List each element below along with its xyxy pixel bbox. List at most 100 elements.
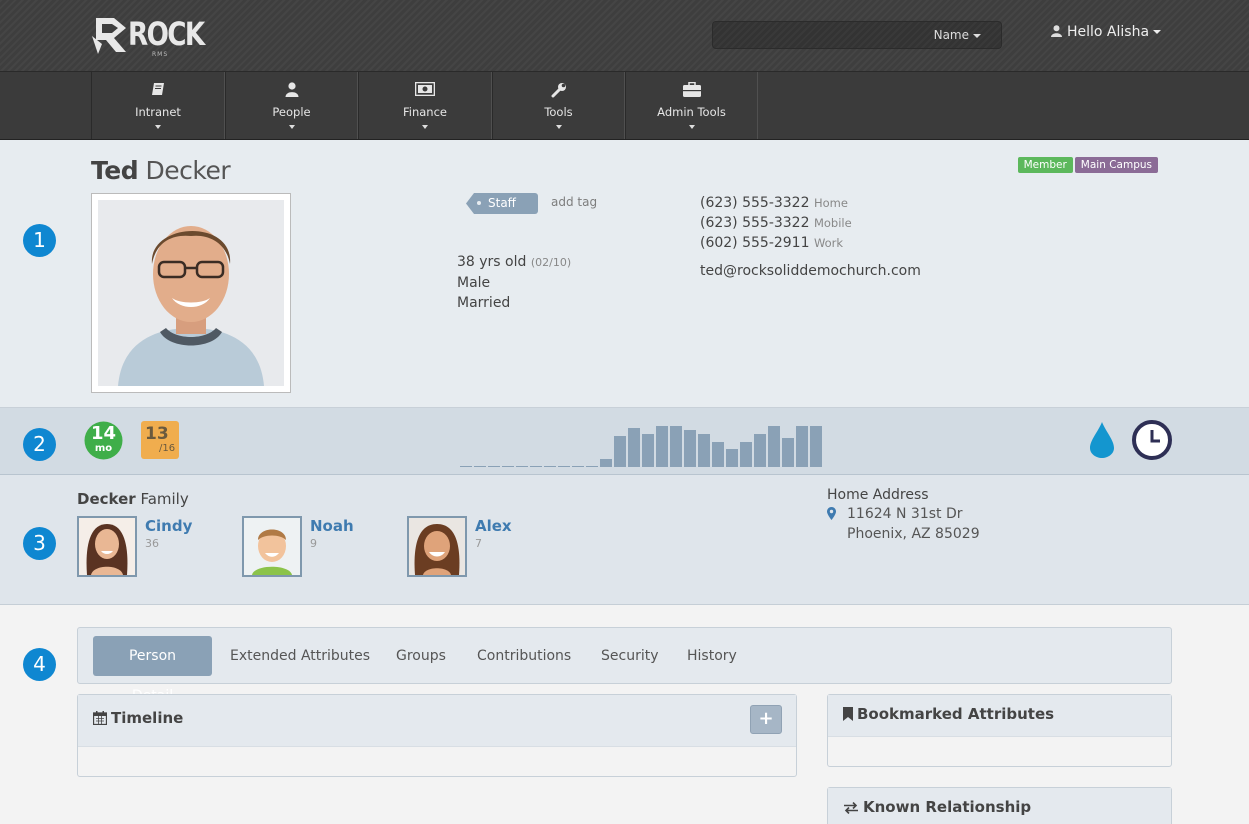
attendance-bar xyxy=(726,449,738,467)
nav-item-intranet[interactable]: Intranet xyxy=(91,72,225,139)
attendance-bar xyxy=(684,430,696,467)
person-name: Ted Decker xyxy=(91,156,231,185)
family-member[interactable]: Cindy 36 xyxy=(77,516,237,577)
family-label: Family xyxy=(140,490,189,508)
chevron-down-icon xyxy=(288,125,295,129)
membership-unit: mo xyxy=(94,443,113,454)
email-link[interactable]: ted@rocksoliddemochurch.com xyxy=(700,263,921,279)
family-name: Decker xyxy=(77,490,136,508)
chevron-down-icon xyxy=(555,125,562,129)
tab-person-detail[interactable]: Person Detail xyxy=(93,636,212,704)
add-timeline-button[interactable]: + xyxy=(750,705,782,734)
attendance-bar xyxy=(516,466,528,467)
bookmark-icon xyxy=(843,707,853,721)
step-number: 4 xyxy=(23,648,56,681)
family-member[interactable]: Alex 7 xyxy=(407,516,567,577)
address-line-1: 11624 N 31st Dr xyxy=(847,506,963,522)
person-bio-section: 1 Ted Decker Member Main Campus Staff add… xyxy=(0,140,1249,408)
panel-title: Known Relationship xyxy=(843,798,1031,816)
attendance-badge[interactable]: 13 /16 xyxy=(141,421,179,459)
nav-item-finance[interactable]: Finance xyxy=(358,72,492,139)
membership-duration-badge[interactable]: 14 mo xyxy=(84,421,123,460)
search-input[interactable]: Name xyxy=(712,21,1002,49)
bookmarked-title: Bookmarked Attributes xyxy=(857,705,1055,723)
tab-contributions[interactable]: Contributions xyxy=(462,636,586,676)
avatar xyxy=(77,516,137,577)
attendance-bar xyxy=(740,442,752,467)
panel-header: Bookmarked Attributes xyxy=(828,695,1171,737)
chevron-down-icon xyxy=(688,125,695,129)
tab-extended-attributes[interactable]: Extended Attributes xyxy=(215,636,385,676)
attendance-bar xyxy=(474,466,486,467)
phone-list: (623) 555-3322 Home (623) 555-3322 Mobil… xyxy=(700,193,852,253)
nav-item-tools[interactable]: Tools xyxy=(492,72,625,139)
attendance-bar xyxy=(600,459,612,467)
attendance-bar xyxy=(768,426,780,467)
briefcase-icon xyxy=(626,82,757,100)
family-section: 3 Decker Family Cindy 36 Noah 9 Alex 7 H… xyxy=(0,475,1249,605)
book-icon xyxy=(92,82,224,100)
nav-label: Intranet xyxy=(135,105,181,119)
tab-security[interactable]: Security xyxy=(586,636,674,676)
tab-history[interactable]: History xyxy=(672,636,752,676)
member-name: Alex xyxy=(475,517,512,535)
gender: Male xyxy=(457,275,491,291)
chevron-down-icon xyxy=(422,125,428,129)
member-badge: Member xyxy=(1017,157,1073,173)
member-name: Noah xyxy=(310,517,354,535)
panel-header: Timeline + xyxy=(78,695,796,747)
user-greeting: Hello Alisha xyxy=(1067,24,1150,40)
chevron-down-icon xyxy=(1153,30,1162,34)
person-badges: Member Main Campus xyxy=(1016,157,1158,173)
last-name: Decker xyxy=(145,156,231,185)
attendance-bar xyxy=(502,466,514,467)
water-drop-icon[interactable] xyxy=(1088,420,1116,460)
map-marker-icon[interactable] xyxy=(827,507,836,524)
person-photo-image xyxy=(98,200,284,386)
nav-item-admin-tools[interactable]: Admin Tools xyxy=(625,72,758,139)
attendance-bar xyxy=(698,434,710,467)
wrench-icon xyxy=(493,82,624,100)
first-name: Ted xyxy=(91,156,139,185)
rock-logo[interactable]: ROCK RMS xyxy=(92,14,212,58)
campus-badge: Main Campus xyxy=(1074,157,1158,173)
top-header: ROCK RMS Name Hello Alisha xyxy=(0,0,1249,72)
calendar-icon xyxy=(92,711,108,726)
tab-groups[interactable]: Groups xyxy=(381,636,461,676)
user-menu[interactable]: Hello Alisha xyxy=(1051,24,1162,41)
attendance-bar xyxy=(628,428,640,467)
phone-home[interactable]: (623) 555-3322 Home xyxy=(700,193,852,213)
demographics: 38 yrs old (02/10) Male Married xyxy=(457,252,571,313)
timeline-panel: Timeline + xyxy=(77,694,797,777)
attendance-count: 13 xyxy=(145,424,169,444)
main-navigation: Intranet People Finance Tools Admin Tool… xyxy=(0,72,1249,140)
attendance-bar xyxy=(586,466,598,467)
phone-work[interactable]: (602) 555-2911 Work xyxy=(700,233,852,253)
family-member[interactable]: Noah 9 xyxy=(242,516,402,577)
logo-wordmark: ROCK xyxy=(128,15,205,53)
person-photo[interactable] xyxy=(91,193,291,393)
panel-title: Timeline xyxy=(92,709,184,727)
phone-mobile[interactable]: (623) 555-3322 Mobile xyxy=(700,213,852,233)
staff-tag[interactable]: Staff xyxy=(466,193,538,214)
attendance-bar xyxy=(558,466,570,467)
panel-header: Known Relationship xyxy=(828,788,1171,824)
attendance-bar xyxy=(810,426,822,467)
attendance-bar xyxy=(796,426,808,467)
step-number: 2 xyxy=(23,428,56,461)
clock-icon[interactable] xyxy=(1132,420,1172,460)
address-title: Home Address xyxy=(827,487,929,503)
avatar xyxy=(242,516,302,577)
birthdate: (02/10) xyxy=(530,256,572,269)
timeline-title: Timeline xyxy=(111,709,184,727)
badge-bar-section: 2 14 mo 13 /16 xyxy=(0,408,1249,475)
membership-months: 14 xyxy=(90,423,117,444)
add-tag-link[interactable]: add tag xyxy=(551,195,597,209)
search-filter-dropdown[interactable]: Name xyxy=(934,28,981,42)
age-line: 38 yrs old (02/10) xyxy=(457,252,571,273)
nav-item-people[interactable]: People xyxy=(225,72,358,139)
nav-label: Admin Tools xyxy=(657,105,726,119)
member-age: 36 xyxy=(145,537,159,550)
phone-number: (602) 555-2911 xyxy=(700,235,810,251)
tab-bar: Person Detail Extended Attributes Groups… xyxy=(77,627,1172,704)
